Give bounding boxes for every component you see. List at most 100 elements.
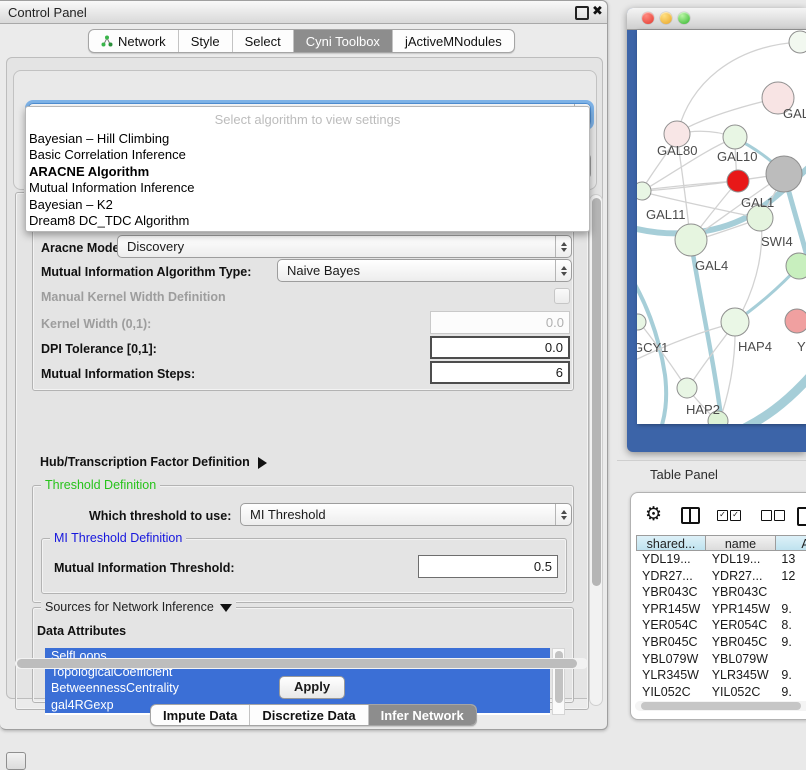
node-table: shared...nameA YDL19...YDL19...13YDR27..… [636,535,806,701]
network-edge[interactable] [723,366,806,424]
tab-discretize-data[interactable]: Discretize Data [250,705,368,725]
tab-style[interactable]: Style [179,30,233,52]
node-gal4[interactable] [675,224,707,256]
table-cell [775,651,806,668]
kernel-width-label: Kernel Width (0,1): [41,317,151,331]
settings-horizontal-scrollbar-thumb[interactable] [17,659,577,668]
dropdown-items: Bayesian – Hill ClimbingBasic Correlatio… [26,131,589,229]
table-panel-title: Table Panel [650,467,718,482]
node-label: GAL7 [783,106,806,121]
table-cell: YBL079W [706,651,776,668]
threshold-definition-group: Threshold Definition Which threshold to … [32,485,574,603]
mi-steps-value: 6 [556,365,563,380]
minimize-traffic-light-icon[interactable] [660,12,672,24]
table-row[interactable]: YBR045CYBR045C9. [636,634,806,651]
node-gray[interactable] [766,156,802,192]
node-gal11[interactable] [637,182,651,200]
network-view-window: GAL7GAL80GAL10GAL1GAL11SWI4GAL4GCY1HAP4Y… [627,8,806,452]
mi-threshold-label: Mutual Information Threshold: [54,561,235,575]
manual-kernel-checkbox[interactable] [554,288,570,304]
settings-horizontal-scrollbar[interactable] [15,658,588,669]
cyni-algorithm-settings-group: Cyni Algorithm Settings Algorithm Defini… [15,192,589,710]
tab-jactivemnodules[interactable]: jActiveMNodules [393,30,514,52]
settings-vertical-scrollbar-thumb[interactable] [592,198,601,586]
table-row[interactable]: YBL079WYBL079W [636,651,806,668]
table-cell: 9. [775,634,806,651]
dock-panel-button[interactable] [6,752,26,770]
node-red[interactable] [727,170,749,192]
network-window-titlebar[interactable] [627,8,806,30]
threshold-definition-title: Threshold Definition [41,478,160,492]
node-pink-right[interactable] [785,309,806,333]
settings-vertical-scrollbar[interactable] [589,194,603,706]
select-all-checkboxes-icon[interactable]: ✓✓ [717,510,741,521]
tab-jactive-label: jActiveMNodules [405,34,502,49]
combo-stepper-icon [555,504,571,525]
close-icon[interactable]: ✖ [592,3,603,19]
network-canvas[interactable]: GAL7GAL80GAL10GAL1GAL11SWI4GAL4GCY1HAP4Y… [637,30,806,424]
table-row[interactable]: YER054CYER054C8. [636,617,806,634]
zoom-traffic-light-icon[interactable] [678,12,690,24]
table-cell: YDL19... [706,551,776,568]
tab-impute-data[interactable]: Impute Data [151,705,250,725]
table-cell: YBR045C [706,634,776,651]
hub-definition-label: Hub/Transcription Factor Definition [40,455,250,469]
mi-steps-field[interactable]: 6 [430,361,570,384]
table-horizontal-scrollbar[interactable] [635,701,806,711]
sources-group-title[interactable]: Sources for Network Inference [41,600,236,614]
mi-threshold-field[interactable]: 0.5 [418,555,558,578]
node-gcy1[interactable] [637,314,646,330]
table-row[interactable]: YLR345WYLR345W9. [636,667,806,684]
hub-definition-toggle[interactable]: Hub/Transcription Factor Definition [40,455,267,469]
node-gal10[interactable] [723,125,747,149]
cyni-toolbox-panel: gal-filtered.sif default node Select alg… [6,57,603,699]
table-cell: YER054C [636,617,706,634]
tab-impute-label: Impute Data [163,708,237,723]
node-top-partial[interactable] [789,31,806,53]
table-row[interactable]: YDL19...YDL19...13 [636,551,806,568]
table-column-header[interactable]: name [706,535,776,551]
control-panel-titlebar[interactable]: Control Panel ✖ [0,1,607,24]
kernel-width-field[interactable]: 0.0 [430,311,570,334]
dropdown-item[interactable]: Dream8 DC_TDC Algorithm [26,213,589,229]
kernel-width-value: 0.0 [546,315,564,330]
node-hap2[interactable] [677,378,697,398]
aracne-mode-combo[interactable]: Discovery [117,235,572,258]
tab-select[interactable]: Select [233,30,294,52]
columns-icon[interactable] [681,507,700,524]
dropdown-item[interactable]: Mutual Information Inference [26,180,589,196]
apply-button[interactable]: Apply [279,676,345,699]
table-column-header[interactable]: shared... [636,535,706,551]
dropdown-item[interactable]: Bayesian – K2 [26,197,589,213]
deselect-all-checkboxes-icon[interactable] [761,510,785,521]
which-threshold-combo[interactable]: MI Threshold [240,503,572,526]
tab-network[interactable]: Network [89,30,179,52]
gear-icon[interactable]: ⚙ [645,503,662,526]
window-title: Control Panel [8,5,87,20]
control-panel-window: Control Panel ✖ Network Style Select Cyn… [0,0,608,730]
mi-steps-label: Mutual Information Steps: [41,367,195,381]
node-hap4[interactable] [721,308,749,336]
float-window-icon[interactable] [575,6,589,20]
collapsed-arrow-icon [258,457,267,469]
document-icon[interactable] [797,507,806,526]
table-column-header[interactable]: A [776,535,806,551]
table-row[interactable]: YDR27...YDR27...12 [636,568,806,585]
tab-infer-label: Infer Network [381,708,464,723]
table-cell: YBR043C [706,584,776,601]
dropdown-item[interactable]: Basic Correlation Inference [26,147,589,163]
table-horizontal-scrollbar-thumb[interactable] [641,702,801,710]
table-cell: YPR145W [636,601,706,618]
dpi-tolerance-label: DPI Tolerance [0,1]: [41,342,157,356]
close-traffic-light-icon[interactable] [642,12,654,24]
dpi-tolerance-field[interactable]: 0.0 [430,336,570,359]
dropdown-item[interactable]: ARACNE Algorithm [26,164,589,180]
mi-type-combo[interactable]: Naive Bayes [277,259,572,282]
table-row[interactable]: YBR043CYBR043C [636,584,806,601]
table-row[interactable]: YIL052CYIL052C9. [636,684,806,701]
table-row[interactable]: YPR145WYPR145W9. [636,601,806,618]
table-cell: YBR043C [636,584,706,601]
tab-infer-network[interactable]: Infer Network [369,705,476,725]
tab-cyni-toolbox[interactable]: Cyni Toolbox [294,30,393,52]
dropdown-item[interactable]: Bayesian – Hill Climbing [26,131,589,147]
